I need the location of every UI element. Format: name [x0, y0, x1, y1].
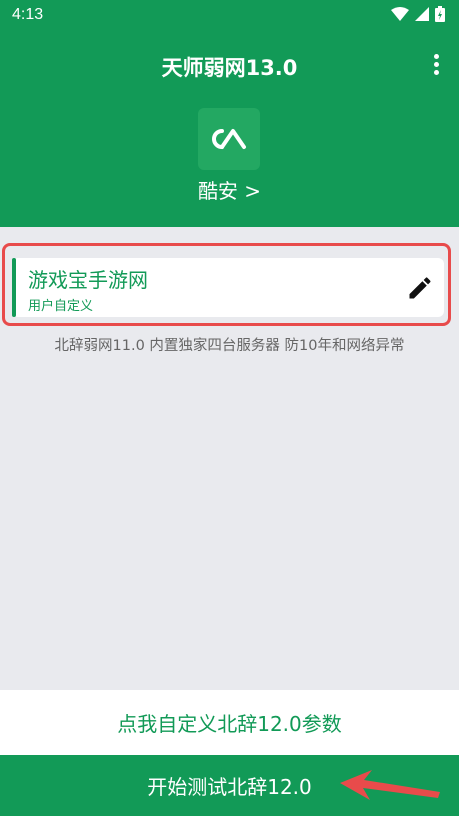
status-bar: 4:13: [0, 0, 459, 32]
card-accent: [12, 258, 16, 317]
info-text: 北辞弱网11.0 内置独家四台服务器 防10年和网络异常: [54, 338, 405, 354]
status-time: 4:13: [12, 6, 44, 23]
app-name-link[interactable]: 酷安 >: [0, 175, 459, 204]
custom-params-button[interactable]: 点我自定义北辞12.0参数: [0, 690, 459, 755]
edit-pencil-icon[interactable]: [406, 274, 434, 302]
card-title: 游戏宝手游网: [28, 268, 148, 292]
header: 4:13 天师弱网13.0 酷安 >: [0, 0, 459, 227]
signal-icon: [415, 7, 429, 21]
battery-icon: [435, 6, 445, 22]
arrow-annotation-icon: [340, 770, 440, 800]
coolapk-logo-icon[interactable]: [198, 108, 260, 170]
status-icons: [391, 6, 445, 22]
page-title: 天师弱网13.0: [161, 56, 298, 80]
content-area: 游戏宝手游网 用户自定义 北辞弱网11.0 内置独家四台服务器 防10年和网络异…: [0, 227, 459, 690]
more-vert-icon[interactable]: [431, 54, 441, 78]
card-subtitle: 用户自定义: [28, 299, 94, 314]
server-card[interactable]: 游戏宝手游网 用户自定义: [12, 258, 444, 317]
wifi-icon: [391, 7, 409, 21]
